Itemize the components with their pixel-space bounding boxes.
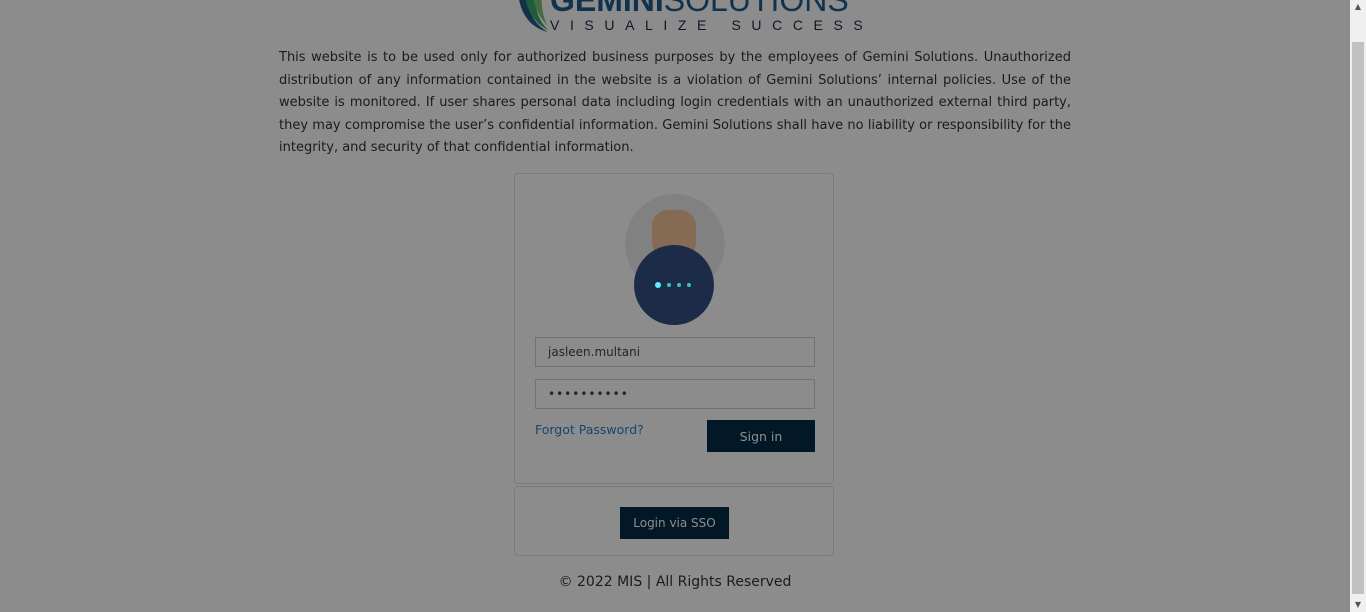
scrollbar-thumb[interactable]: [1352, 42, 1364, 594]
loading-overlay: [0, 0, 1350, 612]
spinner-dot: [677, 283, 681, 287]
spinner-dot: [667, 283, 671, 287]
spinner-dot: [655, 282, 661, 288]
vertical-scrollbar[interactable]: ▲ ▼: [1350, 0, 1366, 612]
spinner-dot: [687, 283, 691, 287]
loading-dots-icon: [634, 245, 714, 325]
scroll-up-arrow-icon[interactable]: ▲: [1350, 0, 1366, 14]
scroll-down-arrow-icon[interactable]: ▼: [1350, 598, 1366, 612]
